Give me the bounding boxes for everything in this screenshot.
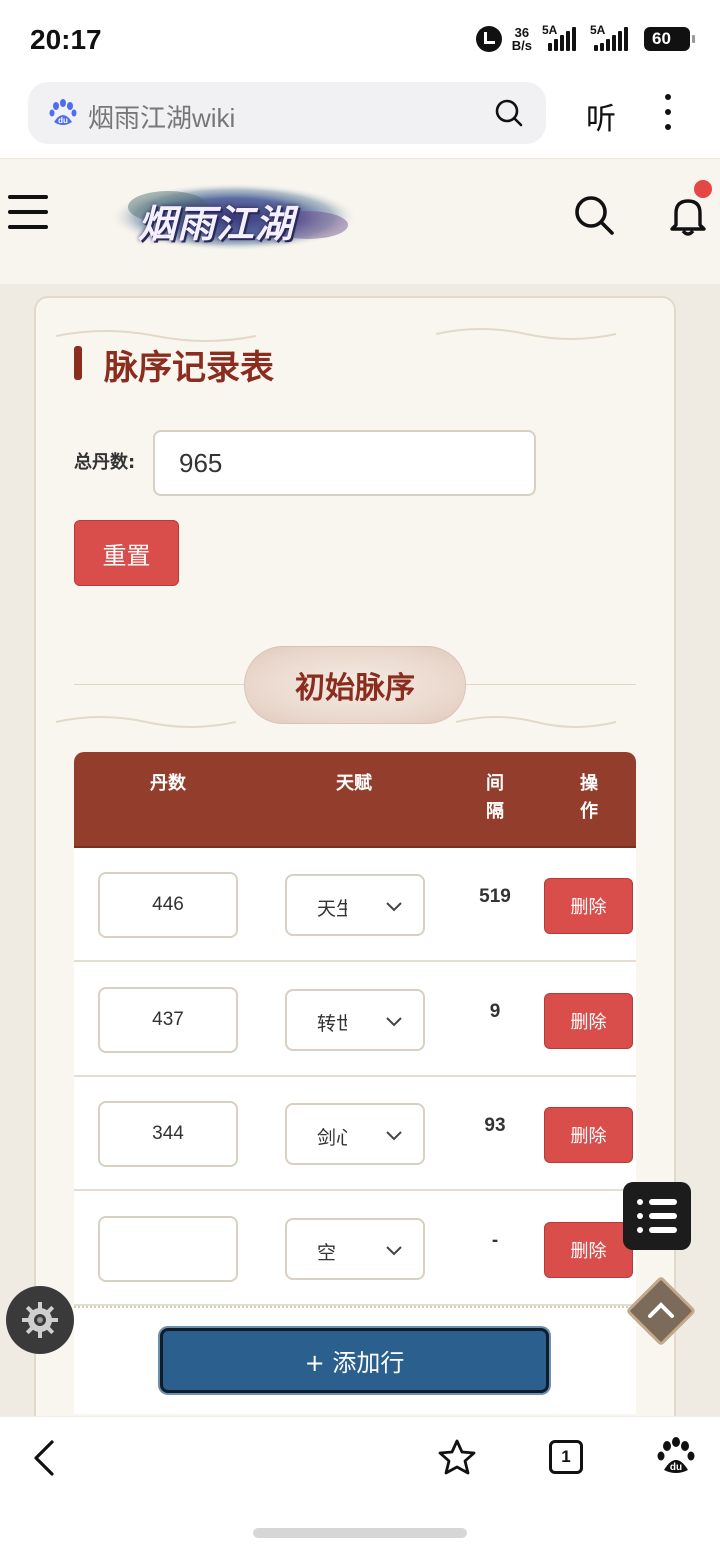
- meridian-table: 丹数 天赋 间 隔 操 作 446 天生 519 删除 437 转世 9 删除 …: [74, 752, 636, 1414]
- search-icon[interactable]: [572, 193, 616, 237]
- tianfu-value: 天生: [317, 898, 347, 920]
- url-text: 烟雨江湖wiki: [88, 103, 236, 133]
- tianfu-select[interactable]: 空: [285, 1218, 425, 1280]
- search-icon[interactable]: [494, 98, 524, 128]
- signal-icon-2: 5A: [590, 23, 634, 51]
- chevron-down-icon: [386, 1017, 402, 1027]
- star-icon[interactable]: [438, 1438, 476, 1476]
- column-header-action: 操 作: [580, 773, 598, 822]
- table-header: 丹数 天赋 间 隔 操 作: [74, 752, 636, 848]
- alarm-icon: [475, 26, 502, 52]
- chevron-up-icon: [648, 1302, 674, 1318]
- total-dan-value: 965: [179, 448, 223, 478]
- tianfu-value: 剑心: [317, 1127, 347, 1149]
- home-indicator[interactable]: [253, 1528, 467, 1538]
- baidu-paw-icon: du: [49, 99, 77, 125]
- hamburger-menu-icon[interactable]: [8, 195, 48, 229]
- dan-input[interactable]: 446: [98, 872, 238, 938]
- interval-value: -: [491, 1230, 499, 1251]
- chevron-down-icon: [386, 1246, 402, 1256]
- delete-row-button[interactable]: 删除: [544, 1222, 633, 1278]
- address-bar[interactable]: du 烟雨江湖wiki: [28, 82, 546, 144]
- delete-row-button[interactable]: 删除: [544, 878, 633, 934]
- notification-dot: [694, 180, 712, 198]
- site-header: 烟雨江湖: [0, 158, 720, 284]
- status-icons: 36 B/s 5A 5A 60: [475, 23, 695, 52]
- interval-value: 519: [479, 886, 511, 907]
- svg-text:du: du: [670, 1462, 682, 1473]
- more-vertical-icon[interactable]: [660, 94, 676, 130]
- decorative-wave: [456, 716, 616, 728]
- svg-text:du: du: [58, 116, 68, 125]
- browser-bar: du 烟雨江湖wiki 听: [0, 80, 720, 158]
- tabs-button[interactable]: 1: [549, 1440, 583, 1474]
- bell-icon[interactable]: [668, 193, 708, 237]
- tianfu-value: 转世: [317, 1013, 347, 1035]
- table-footer-divider: [74, 1306, 636, 1308]
- column-header-interval: 间 隔: [486, 773, 504, 822]
- chevron-down-icon: [386, 902, 402, 912]
- dan-input[interactable]: [98, 1216, 238, 1282]
- tab-count: 1: [561, 1447, 571, 1466]
- tianfu-value: 空: [317, 1242, 337, 1264]
- list-icon: [637, 1199, 677, 1205]
- decorative-wave: [436, 328, 616, 340]
- signal-label-2: 5A: [590, 23, 606, 37]
- status-time: 20:17: [30, 24, 102, 55]
- listen-button[interactable]: 听: [586, 94, 616, 138]
- tianfu-select[interactable]: 转世: [285, 989, 425, 1051]
- site-logo[interactable]: 烟雨江湖: [108, 177, 360, 257]
- list-icon-line: [637, 1227, 677, 1233]
- battery-level: 60: [652, 29, 671, 48]
- signal-icon: 5A: [542, 23, 580, 51]
- logo-text: 烟雨江湖: [138, 201, 295, 246]
- interval-value: 93: [484, 1115, 506, 1136]
- table-of-contents-button[interactable]: [623, 1182, 691, 1250]
- table-row: 437 转世 9 删除: [74, 963, 636, 1077]
- page-title: 脉序记录表: [104, 348, 274, 388]
- total-dan-label: 总丹数:: [74, 452, 136, 473]
- tianfu-select[interactable]: 剑心: [285, 1103, 425, 1165]
- table-row: 446 天生 519 删除: [74, 848, 636, 962]
- net-speed: 36 B/s: [512, 26, 532, 52]
- total-dan-input[interactable]: 965: [153, 430, 536, 496]
- baidu-paw-icon[interactable]: du: [656, 1436, 696, 1476]
- gear-icon: [22, 1302, 58, 1338]
- delete-row-button[interactable]: 删除: [544, 993, 633, 1049]
- column-header-tianfu: 天赋: [336, 773, 372, 794]
- list-icon-line: [637, 1213, 677, 1219]
- status-bar: 20:17 36 B/s 5A 5A 60: [0, 0, 720, 80]
- delete-row-button[interactable]: 删除: [544, 1107, 633, 1163]
- table-row: 344 剑心 93 删除: [74, 1077, 636, 1191]
- signal-label: 5A: [542, 23, 558, 37]
- title-accent-bar: [74, 346, 82, 380]
- dan-input[interactable]: 437: [98, 987, 238, 1053]
- column-header-dan: 丹数: [150, 773, 186, 794]
- tianfu-select[interactable]: 天生: [285, 874, 425, 936]
- interval-value: 9: [489, 1001, 501, 1022]
- back-icon[interactable]: [30, 1438, 62, 1478]
- section-title: 初始脉序: [244, 646, 466, 724]
- chevron-down-icon: [386, 1131, 402, 1141]
- dan-input[interactable]: 344: [98, 1101, 238, 1167]
- decorative-wave: [56, 716, 236, 728]
- reset-button[interactable]: 重置: [74, 520, 179, 586]
- battery-icon: 60: [644, 27, 695, 51]
- net-speed-unit: B/s: [511, 38, 532, 53]
- add-row-button[interactable]: + 添加行: [160, 1328, 549, 1393]
- table-row: 空 - 删除: [74, 1192, 636, 1306]
